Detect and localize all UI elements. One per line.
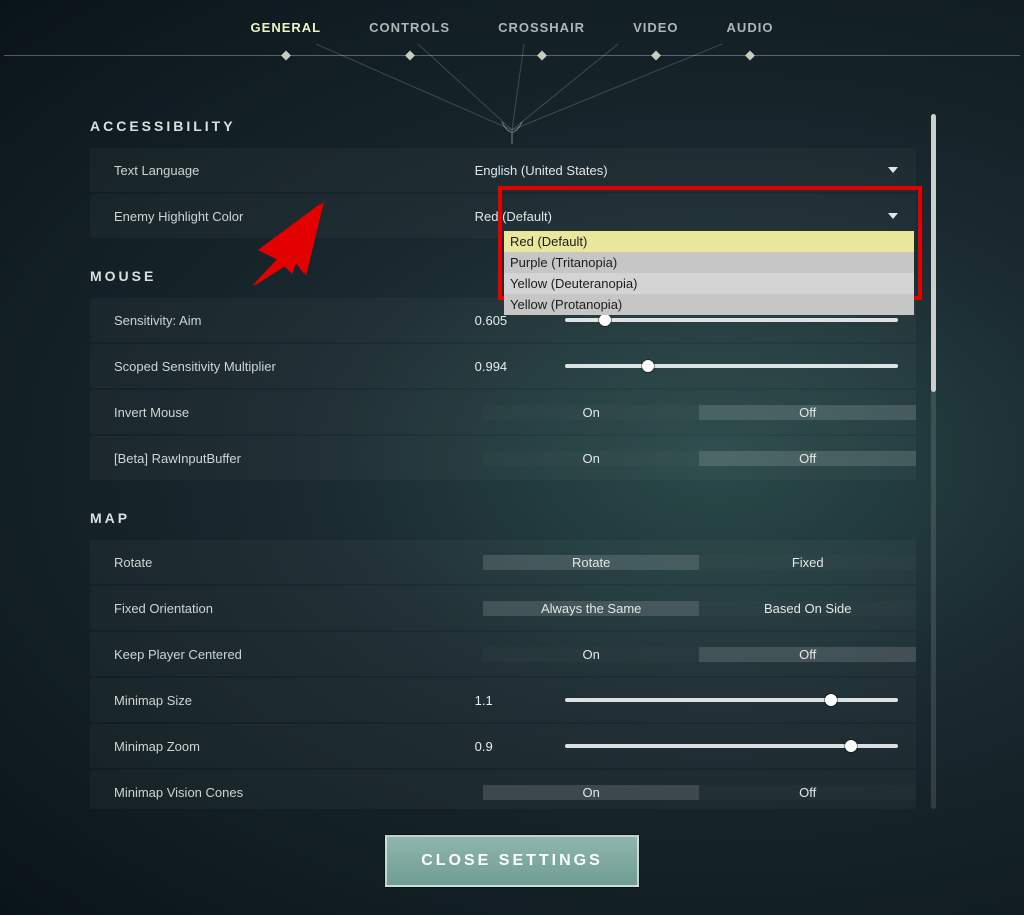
slider-scoped-sens[interactable] — [565, 364, 898, 368]
caret-down-icon — [888, 167, 898, 173]
toggle-option-on[interactable]: On — [483, 451, 700, 466]
label-text-language: Text Language — [114, 163, 475, 178]
tab-video[interactable]: VIDEO — [633, 20, 678, 55]
scrollbar[interactable] — [931, 114, 936, 809]
label-fixed-orientation: Fixed Orientation — [114, 601, 483, 616]
tab-marker-icon — [281, 51, 291, 61]
row-vision-cones: Minimap Vision Cones On Off — [90, 770, 916, 809]
toggle-option-on[interactable]: On — [483, 647, 700, 662]
toggle-rotate: Rotate Fixed — [483, 540, 916, 584]
toggle-fixed-orientation: Always the Same Based On Side — [483, 586, 916, 630]
row-invert-mouse: Invert Mouse On Off — [90, 390, 916, 434]
caret-down-icon — [888, 213, 898, 219]
value-minimap-size: 1.1 — [475, 693, 565, 708]
toggle-option-off[interactable]: Off — [699, 451, 916, 466]
tab-marker-icon — [405, 51, 415, 61]
row-scoped-sens: Scoped Sensitivity Multiplier 0.994 — [90, 344, 916, 388]
label-keep-centered: Keep Player Centered — [114, 647, 483, 662]
toggle-option-always-same[interactable]: Always the Same — [483, 601, 700, 616]
dropdown-enemy-highlight[interactable]: Red (Default) — [475, 209, 898, 224]
label-rawinput: [Beta] RawInputBuffer — [114, 451, 483, 466]
label-vision-cones: Minimap Vision Cones — [114, 785, 483, 800]
toggle-option-on[interactable]: On — [483, 785, 700, 800]
close-settings-label: CLOSE SETTINGS — [421, 852, 603, 870]
label-invert-mouse: Invert Mouse — [114, 405, 483, 420]
dropdown-text-language[interactable]: English (United States) — [475, 163, 898, 178]
toggle-option-off[interactable]: Off — [699, 647, 916, 662]
slider-minimap-size[interactable] — [565, 698, 898, 702]
tab-marker-icon — [537, 51, 547, 61]
toggle-option-fixed[interactable]: Fixed — [699, 555, 916, 570]
option-red-default[interactable]: Red (Default) — [504, 231, 914, 252]
toggle-option-off[interactable]: Off — [699, 785, 916, 800]
toggle-option-off[interactable]: Off — [699, 405, 916, 420]
close-settings-button[interactable]: CLOSE SETTINGS — [385, 835, 639, 887]
tab-marker-icon — [745, 51, 755, 61]
settings-panel: ACCESSIBILITY Text Language English (Uni… — [90, 100, 934, 809]
option-yellow-protanopia[interactable]: Yellow (Protanopia) — [504, 294, 914, 315]
tab-audio[interactable]: AUDIO — [727, 20, 774, 55]
label-scoped-sens: Scoped Sensitivity Multiplier — [114, 359, 475, 374]
toggle-option-based-side[interactable]: Based On Side — [699, 601, 916, 616]
row-rotate: Rotate Rotate Fixed — [90, 540, 916, 584]
tab-underline — [4, 55, 1020, 56]
label-sensitivity: Sensitivity: Aim — [114, 313, 475, 328]
value-minimap-zoom: 0.9 — [475, 739, 565, 754]
label-minimap-size: Minimap Size — [114, 693, 475, 708]
settings-tabs: GENERAL CONTROLS CROSSHAIR VIDEO AUDIO — [0, 0, 1024, 55]
tab-controls[interactable]: CONTROLS — [369, 20, 450, 55]
toggle-rawinput: On Off — [483, 436, 916, 480]
label-rotate: Rotate — [114, 555, 483, 570]
option-purple-tritanopia[interactable]: Purple (Tritanopia) — [504, 252, 914, 273]
value-scoped-sens: 0.994 — [475, 359, 565, 374]
dropdown-value: Red (Default) — [475, 209, 552, 224]
label-minimap-zoom: Minimap Zoom — [114, 739, 475, 754]
row-rawinput: [Beta] RawInputBuffer On Off — [90, 436, 916, 480]
row-minimap-zoom: Minimap Zoom 0.9 — [90, 724, 916, 768]
section-map: MAP — [90, 510, 916, 526]
dropdown-value: English (United States) — [475, 163, 608, 178]
toggle-option-on[interactable]: On — [483, 405, 700, 420]
enemy-highlight-option-list: Red (Default) Purple (Tritanopia) Yellow… — [504, 231, 914, 315]
toggle-keep-centered: On Off — [483, 632, 916, 676]
tab-crosshair[interactable]: CROSSHAIR — [498, 20, 585, 55]
tab-general[interactable]: GENERAL — [251, 20, 322, 55]
slider-minimap-zoom[interactable] — [565, 744, 898, 748]
option-yellow-deuteranopia[interactable]: Yellow (Deuteranopia) — [504, 273, 914, 294]
row-text-language: Text Language English (United States) — [90, 148, 916, 192]
toggle-vision-cones: On Off — [483, 770, 916, 809]
row-minimap-size: Minimap Size 1.1 — [90, 678, 916, 722]
toggle-invert-mouse: On Off — [483, 390, 916, 434]
row-keep-centered: Keep Player Centered On Off — [90, 632, 916, 676]
slider-sensitivity[interactable] — [565, 318, 898, 322]
tab-marker-icon — [651, 51, 661, 61]
annotation-arrow-icon — [246, 198, 336, 288]
scrollbar-thumb[interactable] — [931, 114, 936, 392]
toggle-option-rotate[interactable]: Rotate — [483, 555, 700, 570]
row-fixed-orientation: Fixed Orientation Always the Same Based … — [90, 586, 916, 630]
section-accessibility: ACCESSIBILITY — [90, 118, 916, 134]
